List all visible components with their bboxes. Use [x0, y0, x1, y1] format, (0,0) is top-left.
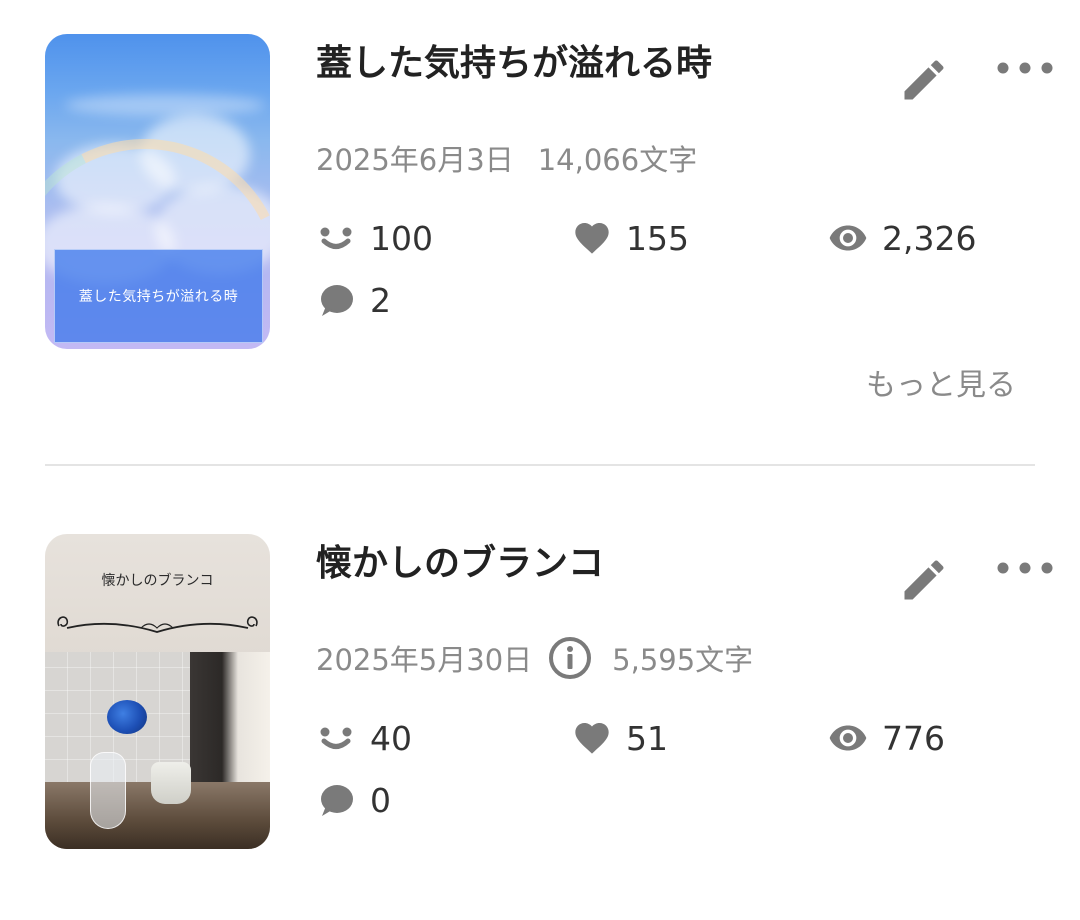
comment-stat: 0 [316, 778, 391, 822]
cover-image[interactable]: 蓋した気持ちが溢れる時 [45, 34, 270, 349]
pencil-icon [904, 60, 944, 100]
work-card[interactable]: 懐かしのブランコ 懐かしのブランコ 2025年5月30日 5,595文字 40 … [0, 500, 1080, 920]
heart-icon [575, 223, 609, 254]
more-options-button[interactable] [994, 556, 1056, 580]
divider [45, 464, 1035, 466]
cover-title: 蓋した気持ちが溢れる時 [54, 249, 263, 343]
more-dots-icon [997, 562, 1053, 574]
like-stat: 155 [572, 216, 689, 260]
smile-icon [320, 727, 352, 749]
cover-title: 懐かしのブランコ [101, 573, 214, 589]
more-dots-icon [997, 62, 1053, 74]
char-count: 14,066文字 [537, 143, 698, 177]
work-title[interactable]: 蓋した気持ちが溢れる時 [316, 34, 712, 86]
vase-shape [90, 752, 126, 829]
comment-icon [321, 285, 353, 316]
rose-shape [107, 700, 147, 734]
like-count: 155 [626, 218, 689, 258]
work-meta: 2025年6月3日 14,066文字 [316, 136, 697, 180]
cover-photo [45, 652, 270, 849]
reaction-count: 40 [370, 718, 412, 758]
reaction-stat: 40 [316, 716, 412, 760]
reaction-stat: 100 [316, 216, 433, 260]
publish-date: 2025年6月3日 [316, 143, 514, 177]
comment-count: 0 [370, 780, 391, 820]
info-icon[interactable] [548, 636, 592, 680]
view-count: 776 [882, 718, 945, 758]
comment-stat: 2 [316, 278, 391, 322]
reaction-count: 100 [370, 218, 433, 258]
edit-button[interactable] [898, 54, 950, 106]
view-stat: 2,326 [828, 216, 976, 260]
pot-shape [151, 762, 191, 804]
work-title[interactable]: 懐かしのブランコ [316, 534, 604, 586]
like-stat: 51 [572, 716, 668, 760]
publish-date: 2025年5月30日 [316, 643, 533, 677]
edit-button[interactable] [898, 554, 950, 606]
view-stat: 776 [828, 716, 945, 760]
show-more-link[interactable]: もっと見る [866, 360, 1016, 404]
eye-icon [829, 725, 867, 751]
cloud-shape [65, 94, 265, 116]
view-count: 2,326 [882, 218, 977, 258]
more-options-button[interactable] [994, 56, 1056, 80]
smile-icon [320, 227, 352, 249]
comment-icon [321, 785, 353, 816]
cover-image[interactable]: 懐かしのブランコ [45, 534, 270, 849]
heart-icon [575, 723, 609, 754]
char-count: 5,595文字 [612, 643, 754, 677]
comment-count: 2 [370, 280, 391, 320]
work-card[interactable]: 蓋した気持ちが溢れる時 蓋した気持ちが溢れる時 2025年6月3日 14,066… [0, 0, 1080, 420]
pencil-icon [904, 560, 944, 600]
work-meta: 2025年5月30日 5,595文字 [316, 636, 753, 680]
eye-icon [829, 225, 867, 251]
ornament-divider [57, 616, 258, 633]
like-count: 51 [626, 718, 668, 758]
